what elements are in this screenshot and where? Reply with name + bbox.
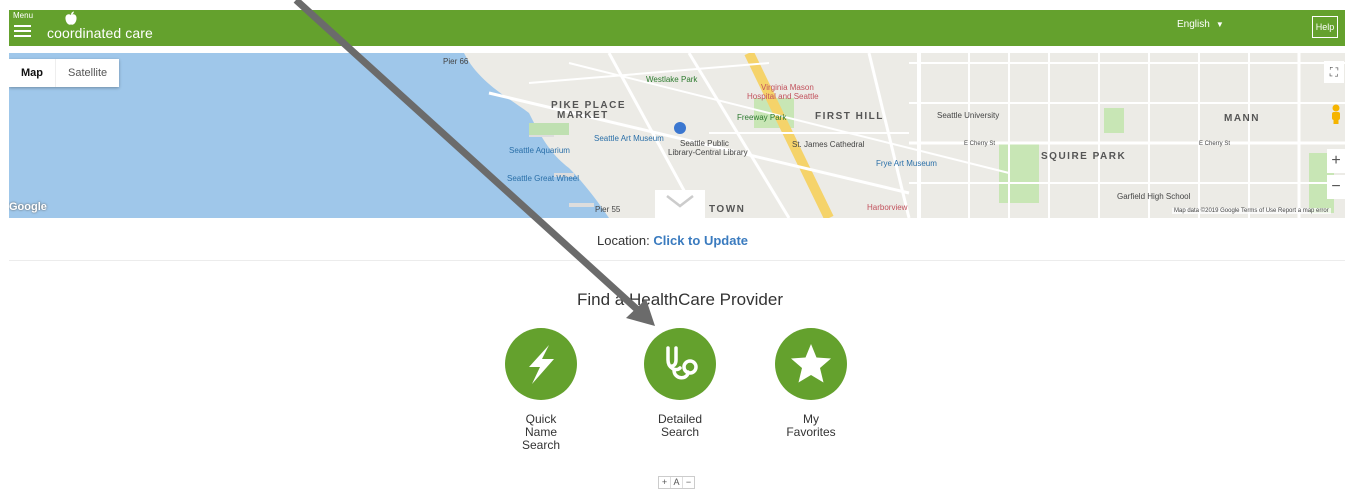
map-label: Library-Central Library xyxy=(668,148,748,157)
map-label: Hospital and Seattle xyxy=(747,92,819,101)
map-label: St. James Cathedral xyxy=(792,140,865,149)
language-select[interactable]: English ▼ xyxy=(1177,19,1224,30)
chevron-down-icon xyxy=(666,195,694,208)
fullscreen-icon[interactable]: ⛶ xyxy=(1324,61,1344,83)
zoom-in-button[interactable]: + xyxy=(1327,149,1345,173)
map[interactable]: PIKE PLACE MARKET FIRST HILL SQUIRE PARK… xyxy=(9,53,1345,218)
update-location-link[interactable]: Click to Update xyxy=(653,233,748,248)
map-label: SQUIRE PARK xyxy=(1041,151,1127,162)
map-label: Virginia Mason xyxy=(761,83,814,92)
caret-down-icon: ▼ xyxy=(1215,20,1224,29)
map-label: MARKET xyxy=(557,110,609,121)
location-label: Location: xyxy=(596,233,650,248)
map-label: Freeway Park xyxy=(737,113,787,122)
map-label: Seattle Art Museum xyxy=(594,134,664,143)
map-label: Pier 66 xyxy=(443,57,469,66)
map-attribution[interactable]: Map data ©2019 Google Terms of Use Repor… xyxy=(1172,208,1331,214)
map-type-map[interactable]: Map xyxy=(9,59,55,87)
map-type-satellite[interactable]: Satellite xyxy=(55,59,119,87)
logo[interactable]: coordinated care xyxy=(47,10,167,46)
option-label: My Favorites xyxy=(786,412,836,439)
map-label: FIRST HILL xyxy=(815,111,884,122)
pegman-icon[interactable] xyxy=(1329,103,1343,125)
map-label: E Cherry St xyxy=(964,141,996,147)
map-label: Pier 55 xyxy=(595,205,621,214)
detailed-search-button[interactable]: Detailed Search xyxy=(635,328,725,439)
option-label: Detailed Search xyxy=(657,412,703,439)
logo-text: coordinated care xyxy=(47,25,153,41)
map-label: Seattle Great Wheel xyxy=(507,174,580,183)
map-label: Harborview xyxy=(867,203,908,212)
map-label: Seattle Public xyxy=(680,139,729,148)
font-increase-button[interactable]: + xyxy=(659,477,671,488)
zoom-out-button[interactable]: − xyxy=(1327,175,1345,199)
apple-logo-icon xyxy=(65,11,77,25)
detailed-search-circle xyxy=(644,328,716,400)
quick-search-circle xyxy=(505,328,577,400)
map-label: Frye Art Museum xyxy=(876,159,937,168)
map-label: TOWN xyxy=(709,204,746,215)
header-bar: Menu coordinated care English ▼ Help xyxy=(9,10,1345,46)
map-label: MANN xyxy=(1224,113,1260,124)
menu-label: Menu xyxy=(13,11,34,20)
font-size-controls: + A − xyxy=(658,476,695,489)
hamburger-icon xyxy=(14,25,31,40)
language-value: English xyxy=(1177,19,1210,30)
map-label: Westlake Park xyxy=(646,75,698,84)
map-label: Seattle Aquarium xyxy=(509,146,570,155)
google-logo: Google xyxy=(9,201,47,213)
my-favorites-button[interactable]: My Favorites xyxy=(766,328,856,439)
map-label: Seattle University xyxy=(937,111,1000,120)
stethoscope-icon xyxy=(666,346,698,380)
location-row: Location: Click to Update xyxy=(0,233,1345,248)
divider xyxy=(9,260,1345,261)
map-label: Garfield High School xyxy=(1117,192,1191,201)
map-label: E Cherry St xyxy=(1199,141,1231,147)
font-reset-button[interactable]: A xyxy=(671,477,683,488)
favorites-circle xyxy=(775,328,847,400)
page-title: Find a HealthCare Provider xyxy=(577,290,783,309)
quick-name-search-button[interactable]: Quick Name Search xyxy=(496,328,586,452)
map-type-control: Map Satellite xyxy=(9,59,120,87)
collapse-map-button[interactable] xyxy=(655,190,705,218)
star-icon xyxy=(791,344,831,383)
font-decrease-button[interactable]: − xyxy=(683,477,694,488)
option-label: Quick Name Search xyxy=(521,412,561,452)
help-button[interactable]: Help xyxy=(1312,16,1338,38)
menu-button[interactable]: Menu xyxy=(11,11,41,43)
lightning-icon xyxy=(529,345,554,384)
